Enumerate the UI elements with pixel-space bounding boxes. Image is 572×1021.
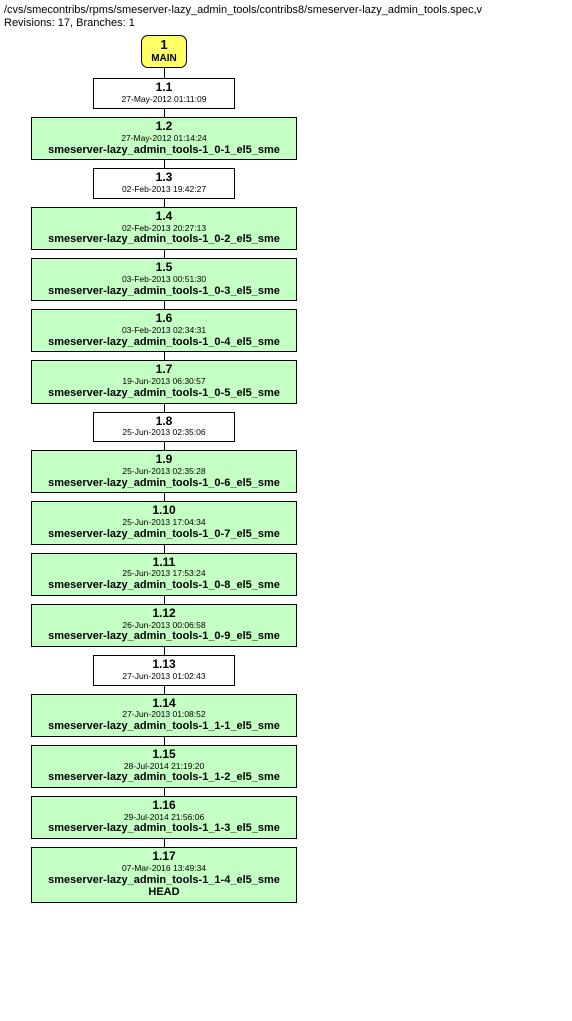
revision-node: 1.402-Feb-2013 20:27:13smeserver-lazy_ad…	[31, 207, 297, 250]
revision-version: 1.16	[38, 799, 290, 813]
connector	[164, 647, 165, 655]
revision-date: 03-Feb-2013 00:51:30	[38, 275, 290, 285]
revision-tag: smeserver-lazy_admin_tools-1_0-3_el5_sme	[38, 285, 290, 298]
revision-version: 1.13	[100, 658, 228, 672]
connector	[164, 737, 165, 745]
connector	[164, 686, 165, 694]
file-path: /cvs/smecontribs/rpms/smeserver-lazy_adm…	[4, 4, 572, 16]
connector	[164, 352, 165, 360]
revision-version: 1.9	[38, 453, 290, 467]
revision-version: 1.15	[38, 748, 290, 762]
connector	[164, 545, 165, 553]
connector	[164, 301, 165, 309]
revision-node: 1.1629-Jul-2014 21:56:06smeserver-lazy_a…	[31, 796, 297, 839]
revision-date: 27-May-2012 01:11:09	[100, 95, 228, 105]
revision-node: 1.1528-Jul-2014 21:19:20smeserver-lazy_a…	[31, 745, 297, 788]
revision-date: 25-Jun-2013 02:35:28	[38, 467, 290, 477]
branch-number: 1	[151, 38, 177, 53]
revision-tag: smeserver-lazy_admin_tools-1_1-4_el5_sme	[38, 874, 290, 887]
revision-tag: smeserver-lazy_admin_tools-1_1-2_el5_sme	[38, 771, 290, 784]
revision-date: 25-Jun-2013 17:53:24	[38, 569, 290, 579]
revision-tag: smeserver-lazy_admin_tools-1_0-6_el5_sme	[38, 477, 290, 490]
revision-node: 1.1427-Jun-2013 01:08:52smeserver-lazy_a…	[31, 694, 297, 737]
revision-tag: smeserver-lazy_admin_tools-1_0-1_el5_sme	[38, 144, 290, 157]
branch-node: 1 MAIN	[141, 35, 187, 68]
revision-date: 26-Jun-2013 00:06:58	[38, 621, 290, 631]
revision-date: 02-Feb-2013 19:42:27	[100, 185, 228, 195]
connector	[164, 839, 165, 847]
revision-date: 02-Feb-2013 20:27:13	[38, 224, 290, 234]
revision-version: 1.5	[38, 261, 290, 275]
connector	[164, 109, 165, 117]
revision-node: 1.719-Jun-2013 06:30:57smeserver-lazy_ad…	[31, 360, 297, 403]
revision-tag: smeserver-lazy_admin_tools-1_0-9_el5_sme	[38, 630, 290, 643]
revision-head-label: HEAD	[38, 886, 290, 899]
revision-date: 28-Jul-2014 21:19:20	[38, 762, 290, 772]
revision-node: 1.925-Jun-2013 02:35:28smeserver-lazy_ad…	[31, 450, 297, 493]
branch-label: MAIN	[151, 53, 177, 65]
revision-date: 27-May-2012 01:14:24	[38, 134, 290, 144]
revision-tag: smeserver-lazy_admin_tools-1_0-4_el5_sme	[38, 336, 290, 349]
revision-version: 1.8	[100, 415, 228, 429]
revision-node: 1.1226-Jun-2013 00:06:58smeserver-lazy_a…	[31, 604, 297, 647]
revision-version: 1.4	[38, 210, 290, 224]
revision-tag: smeserver-lazy_admin_tools-1_0-5_el5_sme	[38, 387, 290, 400]
revision-version: 1.17	[38, 850, 290, 864]
revision-node: 1.1125-Jun-2013 17:53:24smeserver-lazy_a…	[31, 553, 297, 596]
revision-node: 1.825-Jun-2013 02:35:06	[93, 412, 235, 443]
connector	[164, 160, 165, 168]
revision-version: 1.1	[100, 81, 228, 95]
connector	[164, 68, 165, 78]
revision-tag: smeserver-lazy_admin_tools-1_0-8_el5_sme	[38, 579, 290, 592]
revision-date: 27-Jun-2013 01:08:52	[38, 710, 290, 720]
revision-date: 07-Mar-2016 13:49:34	[38, 864, 290, 874]
revision-node: 1.1025-Jun-2013 17:04:34smeserver-lazy_a…	[31, 501, 297, 544]
revision-date: 25-Jun-2013 02:35:06	[100, 428, 228, 438]
revision-date: 03-Feb-2013 02:34:31	[38, 326, 290, 336]
revision-version: 1.14	[38, 697, 290, 711]
revision-summary: Revisions: 17, Branches: 1	[4, 17, 572, 29]
revision-version: 1.11	[38, 556, 290, 570]
revision-version: 1.10	[38, 504, 290, 518]
connector	[164, 788, 165, 796]
revision-node: 1.503-Feb-2013 00:51:30smeserver-lazy_ad…	[31, 258, 297, 301]
revision-version: 1.7	[38, 363, 290, 377]
connector	[164, 596, 165, 604]
revision-version: 1.6	[38, 312, 290, 326]
revision-node: 1.127-May-2012 01:11:09	[93, 78, 235, 109]
connector	[164, 493, 165, 501]
revision-node: 1.603-Feb-2013 02:34:31smeserver-lazy_ad…	[31, 309, 297, 352]
revision-version: 1.2	[38, 120, 290, 134]
revision-node: 1.227-May-2012 01:14:24smeserver-lazy_ad…	[31, 117, 297, 160]
revision-node: 1.1707-Mar-2016 13:49:34smeserver-lazy_a…	[31, 847, 297, 903]
revision-node: 1.1327-Jun-2013 01:02:43	[93, 655, 235, 686]
connector	[164, 442, 165, 450]
revision-tag: smeserver-lazy_admin_tools-1_0-7_el5_sme	[38, 528, 290, 541]
revision-date: 25-Jun-2013 17:04:34	[38, 518, 290, 528]
revision-version: 1.3	[100, 171, 228, 185]
connector	[164, 250, 165, 258]
revision-node: 1.302-Feb-2013 19:42:27	[93, 168, 235, 199]
revision-tag: smeserver-lazy_admin_tools-1_0-2_el5_sme	[38, 233, 290, 246]
revision-tag: smeserver-lazy_admin_tools-1_1-3_el5_sme	[38, 822, 290, 835]
revision-tag: smeserver-lazy_admin_tools-1_1-1_el5_sme	[38, 720, 290, 733]
revision-date: 29-Jul-2014 21:56:06	[38, 813, 290, 823]
connector	[164, 199, 165, 207]
revision-version: 1.12	[38, 607, 290, 621]
connector	[164, 404, 165, 412]
revision-tree: 1 MAIN 1.127-May-2012 01:11:091.227-May-…	[4, 35, 324, 903]
revision-date: 27-Jun-2013 01:02:43	[100, 672, 228, 682]
revision-date: 19-Jun-2013 06:30:57	[38, 377, 290, 387]
